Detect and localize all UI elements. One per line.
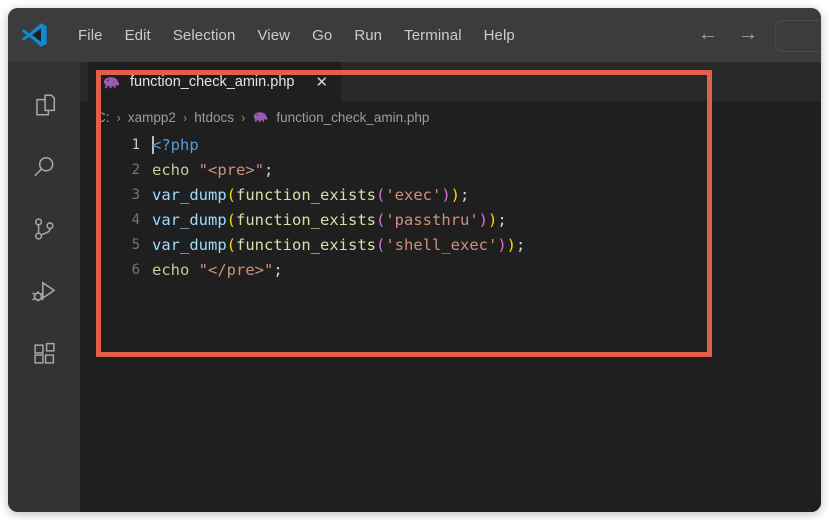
- token-paren-close: ): [478, 210, 488, 229]
- chevron-right-icon: ›: [182, 109, 188, 125]
- token-function-exists: function_exists: [236, 210, 376, 229]
- code-line-content[interactable]: var_dump(function_exists('passthru'));: [152, 211, 507, 229]
- token-paren-close: ): [488, 210, 498, 229]
- token-paren-open: (: [375, 185, 386, 204]
- token-function-exists: function_exists: [236, 235, 376, 254]
- code-line: 2 echo "<pre>";: [80, 157, 821, 182]
- code-line: 4 var_dump(function_exists('passthru'));: [80, 207, 821, 232]
- code-line-content[interactable]: <?php: [152, 135, 199, 154]
- menu-item-help[interactable]: Help: [473, 23, 526, 48]
- code-line-content[interactable]: var_dump(function_exists('exec'));: [152, 186, 469, 204]
- token-var-dump: var_dump: [152, 235, 227, 254]
- token-function-exists: function_exists: [236, 185, 376, 204]
- code-line-content[interactable]: var_dump(function_exists('shell_exec'));: [152, 236, 525, 254]
- line-number: 1: [131, 136, 140, 153]
- code-line: 1 <?php: [80, 132, 821, 157]
- token-quote: ": [264, 260, 274, 279]
- line-number: 3: [131, 186, 140, 203]
- editor-tab-bar: function_check_amin.php ✕: [80, 62, 821, 102]
- code-line: 5 var_dump(function_exists('shell_exec')…: [80, 232, 821, 257]
- explorer-icon[interactable]: [8, 74, 80, 136]
- code-line-content[interactable]: echo "</pre>";: [152, 261, 283, 279]
- token-php-open: <?php: [152, 135, 199, 154]
- php-elephant-icon: [252, 111, 269, 123]
- vscode-logo-icon: [19, 20, 49, 50]
- code-line: 6 echo "</pre>";: [80, 257, 821, 282]
- token-semicolon: ;: [273, 260, 283, 279]
- breadcrumb: C: › xampp2 › htdocs › function_check_am…: [80, 102, 821, 132]
- editor-area: function_check_amin.php ✕ C: › xampp2 › …: [80, 62, 821, 512]
- search-icon[interactable]: [8, 136, 80, 198]
- title-bar: File Edit Selection View Go Run Terminal…: [8, 8, 821, 62]
- token-semicolon: ;: [516, 235, 526, 254]
- run-and-debug-icon[interactable]: [8, 260, 80, 322]
- line-number: 4: [131, 211, 140, 228]
- token-paren-open: (: [226, 235, 236, 254]
- breadcrumb-item-drive[interactable]: C:: [96, 110, 110, 125]
- token-pre-open: <pre>: [208, 160, 255, 179]
- token-semicolon: ;: [264, 160, 274, 179]
- token-string-exec: 'exec': [385, 185, 442, 204]
- token-paren-open: (: [375, 235, 386, 254]
- token-paren-close: ): [497, 235, 507, 254]
- forward-arrow-icon[interactable]: →: [738, 24, 758, 44]
- code-line: 3 var_dump(function_exists('exec'));: [80, 182, 821, 207]
- back-arrow-icon[interactable]: ←: [698, 24, 718, 44]
- editor-tab-label: function_check_amin.php: [130, 74, 295, 90]
- breadcrumb-item-htdocs[interactable]: htdocs: [194, 110, 234, 125]
- token-paren-open: (: [226, 210, 236, 229]
- token-paren-close: ): [441, 185, 451, 204]
- token-echo: echo: [152, 260, 190, 279]
- token-echo: echo: [152, 160, 190, 179]
- token-paren-open: (: [375, 210, 386, 229]
- menu-item-view[interactable]: View: [246, 23, 301, 48]
- token-paren-close: ): [506, 235, 516, 254]
- menu-item-file[interactable]: File: [67, 23, 114, 48]
- command-center-input[interactable]: [775, 20, 821, 52]
- vscode-window: File Edit Selection View Go Run Terminal…: [8, 8, 821, 512]
- source-control-icon[interactable]: [8, 198, 80, 260]
- extensions-icon[interactable]: [8, 322, 80, 384]
- php-elephant-icon: [102, 76, 121, 89]
- code-editor[interactable]: 1 <?php 2 echo "<pre>"; 3 var_dump(funct…: [80, 132, 821, 512]
- line-number: 5: [131, 236, 140, 253]
- menu-item-edit[interactable]: Edit: [114, 23, 162, 48]
- token-quote: ": [198, 260, 209, 279]
- editor-tab-function-check-amin-php[interactable]: function_check_amin.php ✕: [88, 62, 342, 102]
- navigation-arrows: ← →: [698, 24, 758, 44]
- menu-bar: File Edit Selection View Go Run Terminal…: [67, 23, 526, 48]
- line-number: 6: [131, 261, 140, 278]
- token-semicolon: ;: [497, 210, 507, 229]
- menu-item-selection[interactable]: Selection: [162, 23, 247, 48]
- activity-bar: [8, 62, 80, 512]
- token-var-dump: var_dump: [152, 185, 227, 204]
- menu-item-run[interactable]: Run: [343, 23, 393, 48]
- token-var-dump: var_dump: [152, 210, 227, 229]
- token-quote: ": [198, 160, 209, 179]
- breadcrumb-item-xampp2[interactable]: xampp2: [128, 110, 176, 125]
- chevron-right-icon: ›: [116, 109, 121, 125]
- close-icon[interactable]: ✕: [315, 75, 328, 90]
- token-pre-close: </pre>: [208, 260, 265, 279]
- breadcrumb-item-file[interactable]: function_check_amin.php: [276, 110, 429, 125]
- menu-item-go[interactable]: Go: [301, 23, 343, 48]
- line-number: 2: [131, 161, 140, 178]
- token-string-shell-exec: 'shell_exec': [385, 235, 498, 254]
- token-string-passthru: 'passthru': [385, 210, 479, 229]
- token-quote: ": [254, 160, 265, 179]
- code-line-content[interactable]: echo "<pre>";: [152, 161, 273, 179]
- token-paren-open: (: [226, 185, 236, 204]
- chevron-right-icon: ›: [241, 109, 246, 125]
- menu-item-terminal[interactable]: Terminal: [393, 23, 472, 48]
- token-semicolon: ;: [460, 185, 470, 204]
- token-paren-close: ): [450, 185, 461, 204]
